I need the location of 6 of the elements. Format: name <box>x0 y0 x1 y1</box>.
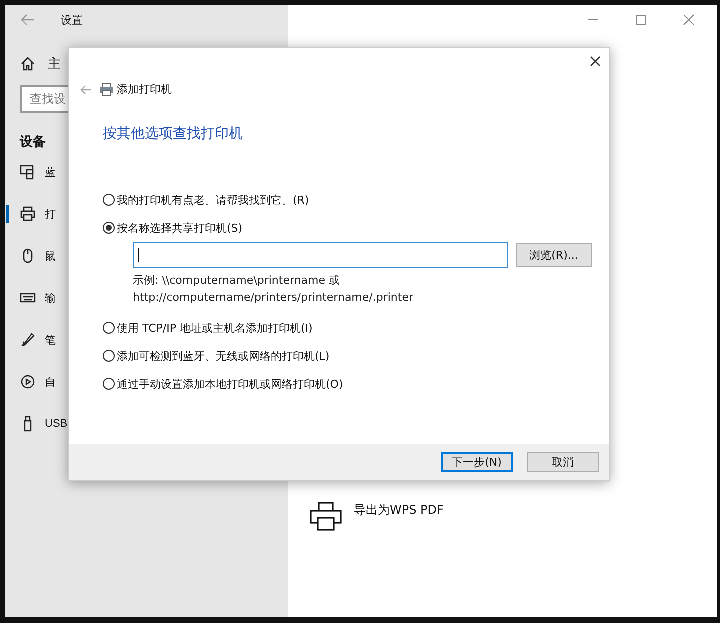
section-heading: 设备 <box>20 134 46 151</box>
example-text: 示例: \\computername\printername 或 <box>133 273 342 289</box>
example-text: http://computername/printers/printername/.printer <box>133 290 415 306</box>
dialog-heading: 按其他选项查找打印机 <box>103 125 244 143</box>
dialog-title: 添加打印机 <box>117 82 172 97</box>
window-title: 设置 <box>61 12 83 28</box>
